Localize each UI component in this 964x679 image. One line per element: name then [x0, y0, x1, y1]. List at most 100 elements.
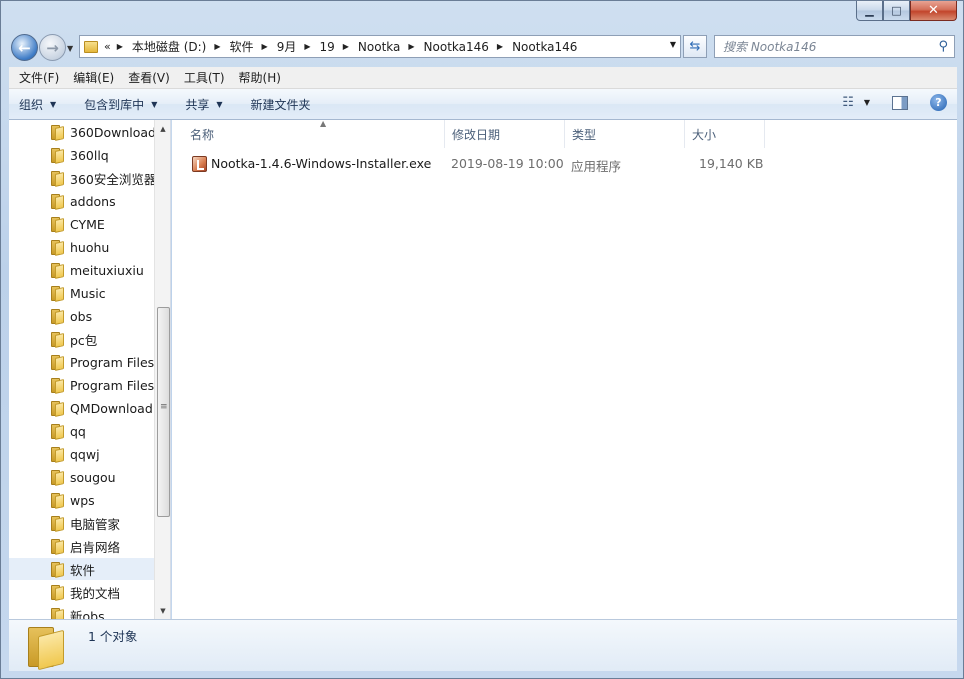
tree-item[interactable]: Program Files [9, 351, 154, 373]
folder-icon [51, 447, 64, 463]
preview-pane-icon[interactable] [892, 95, 908, 110]
menu-file[interactable]: 文件(F) [13, 69, 65, 86]
tree-item[interactable]: sougou [9, 466, 154, 488]
address-bar[interactable]: « ▶ 本地磁盘 (D:) ▶ 软件 ▶ 9月 ▶ 19 ▶ Nootka ▶ Nootka146 ▶ N… [79, 35, 681, 58]
file-date: 2019-08-19 10:00 [451, 156, 564, 171]
tree-item[interactable]: wps [9, 489, 154, 511]
search-input[interactable]: 搜索 Nootka146 ⚲ [714, 35, 955, 58]
tree-item[interactable]: pc包 [9, 328, 154, 350]
tree-item[interactable]: Music [9, 282, 154, 304]
tree-item[interactable]: addons [9, 190, 154, 212]
breadcrumb-item[interactable]: 9月 [277, 38, 297, 55]
caption-buttons: ▁ □ ✕ [856, 1, 957, 21]
chevron-down-icon: ▼ [50, 99, 57, 109]
column-header-date[interactable]: 修改日期 [445, 120, 565, 148]
column-name-label: 名称 [190, 127, 215, 142]
address-overflow-chevron[interactable]: « [104, 40, 111, 53]
include-in-library-button[interactable]: 包含到库中 ▼ [84, 96, 157, 113]
folder-icon [51, 240, 64, 256]
details-pane: 1 个对象 [9, 619, 957, 671]
breadcrumb-item[interactable]: Nootka [358, 40, 400, 54]
forward-button[interactable]: → [39, 34, 66, 61]
menu-view[interactable]: 查看(V) [122, 69, 176, 86]
folder-icon [51, 539, 64, 555]
breadcrumb-item[interactable]: Nootka146 [512, 40, 577, 54]
new-folder-label: 新建文件夹 [250, 97, 311, 112]
tree-item-label: wps [70, 492, 95, 508]
tree-item[interactable]: QMDownload [9, 397, 154, 419]
breadcrumb-separator-icon[interactable]: ▶ [497, 42, 503, 51]
file-size: 19,140 KB [699, 156, 764, 171]
chevron-down-icon: ▼ [216, 99, 223, 109]
maximize-button[interactable]: □ [883, 1, 910, 21]
view-controls: ☷ ▼ ? [842, 94, 947, 111]
tree-item-label: pc包 [70, 332, 98, 348]
file-type: 应用程序 [571, 159, 622, 174]
tree-item[interactable]: huohu [9, 236, 154, 258]
tree-item-label: obs [70, 308, 93, 324]
navigation-row: ← → ▼ « ▶ 本地磁盘 (D:) ▶ 软件 ▶ 9月 ▶ 19 ▶ Nootka ▶ Nootk… [1, 31, 963, 63]
tree-item[interactable]: obs [9, 305, 154, 327]
breadcrumb-separator-icon[interactable]: ▶ [214, 42, 220, 51]
breadcrumb-separator-icon[interactable]: ▶ [117, 42, 123, 51]
tree-item-label: addons [70, 193, 116, 209]
share-button[interactable]: 共享 ▼ [185, 96, 222, 113]
tree-item[interactable]: 新obs [9, 604, 154, 619]
close-button[interactable]: ✕ [910, 1, 957, 21]
tree-item[interactable]: qq [9, 420, 154, 442]
tree-item[interactable]: 我的文档 [9, 581, 154, 603]
breadcrumb-item[interactable]: 19 [319, 40, 334, 54]
tree-item[interactable]: CYME [9, 213, 154, 235]
folder-icon [51, 562, 64, 578]
scroll-up-arrow[interactable]: ▲ [155, 120, 170, 137]
scroll-thumb[interactable]: ≡ [157, 307, 170, 517]
folder-icon [51, 194, 64, 210]
column-header-type[interactable]: 类型 [565, 120, 685, 148]
file-row[interactable]: Nootka-1.4.6-Windows-Installer.exe 2019-… [184, 154, 764, 174]
back-button[interactable]: ← [11, 34, 38, 61]
tree-item-label: 360安全浏览器 [70, 171, 154, 187]
folder-icon [51, 171, 64, 187]
tree-item[interactable]: 软件 [9, 558, 154, 580]
folder-icon [51, 148, 64, 164]
breadcrumb-separator-icon[interactable]: ▶ [408, 42, 414, 51]
breadcrumb-item[interactable]: Nootka146 [424, 40, 489, 54]
breadcrumb-item[interactable]: 本地磁盘 (D:) [132, 38, 206, 55]
address-history-dropdown[interactable]: ▼ [670, 40, 676, 49]
navigation-scrollbar[interactable]: ▲ ≡ ▼ [154, 120, 170, 619]
menu-help[interactable]: 帮助(H) [233, 69, 287, 86]
breadcrumb-separator-icon[interactable]: ▶ [262, 42, 268, 51]
folder-icon [84, 40, 98, 53]
organize-label: 组织 [19, 97, 44, 112]
recent-pages-dropdown[interactable]: ▼ [67, 44, 73, 53]
help-icon[interactable]: ? [930, 94, 947, 111]
breadcrumb-item[interactable]: 软件 [230, 38, 254, 55]
tree-item[interactable]: meituxiuxiu [9, 259, 154, 281]
organize-button[interactable]: 组织 ▼ [19, 96, 56, 113]
breadcrumb-separator-icon[interactable]: ▶ [343, 42, 349, 51]
breadcrumb-separator-icon[interactable]: ▶ [304, 42, 310, 51]
menu-edit[interactable]: 编辑(E) [67, 69, 120, 86]
tree-item-label: 我的文档 [70, 585, 121, 601]
scroll-down-arrow[interactable]: ▼ [155, 602, 170, 619]
column-header-size[interactable]: 大小 [685, 120, 765, 148]
tree-item-label: qq [70, 423, 86, 439]
menu-tools[interactable]: 工具(T) [178, 69, 231, 86]
tree-item[interactable]: 360安全浏览器 [9, 167, 154, 189]
new-folder-button[interactable]: 新建文件夹 [251, 96, 311, 113]
tree-item[interactable]: Program Files [9, 374, 154, 396]
tree-item[interactable]: 启肯网络 [9, 535, 154, 557]
tree-item[interactable]: 360llq [9, 144, 154, 166]
tree-item[interactable]: qqwj [9, 443, 154, 465]
view-options-icon[interactable]: ☷ [842, 95, 854, 110]
breadcrumb: ▶ 本地磁盘 (D:) ▶ 软件 ▶ 9月 ▶ 19 ▶ Nootka ▶ Nootka146 ▶ Noo… [117, 38, 578, 55]
column-header-name[interactable]: 名称 ▲ [183, 119, 445, 148]
refresh-button[interactable]: ⇆ [683, 35, 707, 58]
tree-item[interactable]: 360Downloads [9, 121, 154, 143]
tree-item-label: 软件 [70, 562, 96, 578]
navigation-pane: 360Downloads 360llq 360安全浏览器 addons CYME huoh… [9, 120, 171, 619]
minimize-button[interactable]: ▁ [856, 1, 883, 21]
search-icon[interactable]: ⚲ [938, 39, 948, 54]
view-options-dropdown[interactable]: ▼ [864, 98, 870, 107]
tree-item[interactable]: 电脑管家 [9, 512, 154, 534]
